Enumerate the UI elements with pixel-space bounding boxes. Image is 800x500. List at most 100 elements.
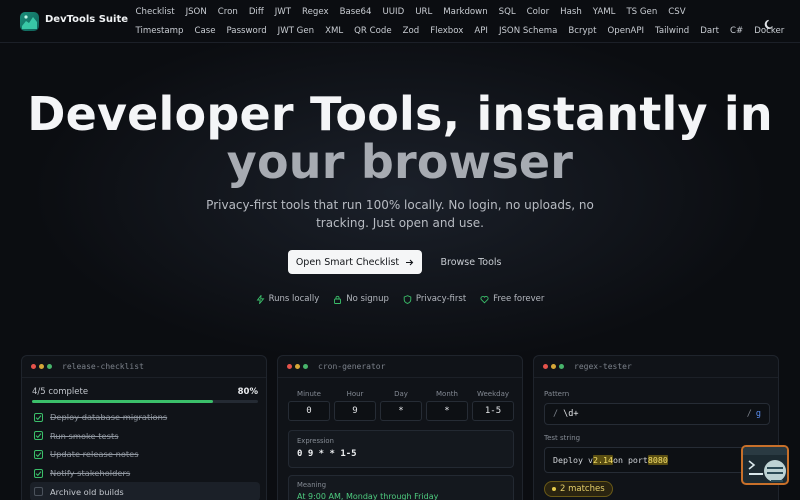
card-title: release-checklist: [62, 362, 144, 371]
cron-label-minute: Minute: [297, 390, 321, 398]
checkbox-checked-icon[interactable]: [34, 412, 43, 422]
cron-label-weekday: Weekday: [476, 390, 510, 398]
feature-no-signup: No signup: [333, 294, 389, 304]
regex-pattern-input[interactable]: / \d+ / g: [544, 403, 770, 425]
cron-day-input[interactable]: *: [380, 401, 422, 421]
cron-month-input[interactable]: *: [426, 401, 468, 421]
test-string-input[interactable]: Deploy v 2.14 on port 8080: [544, 447, 770, 473]
hero-title-line2: your browser: [226, 135, 574, 189]
match-count-text: 2 matches: [560, 484, 605, 494]
nav-link-diff[interactable]: Diff: [243, 7, 269, 18]
window-minimize-dot: [295, 364, 300, 369]
theme-toggle-moon-icon[interactable]: [764, 15, 775, 29]
nav-link-case[interactable]: Case: [189, 26, 221, 37]
nav-link-flexbox[interactable]: Flexbox: [425, 26, 469, 37]
nav-link-yaml[interactable]: YAML: [587, 7, 621, 18]
nav-link-openapi[interactable]: OpenAPI: [602, 26, 650, 37]
progress-bar-fill: [32, 400, 213, 403]
nav-link-markdown[interactable]: Markdown: [438, 7, 493, 18]
feature-label: Free forever: [493, 294, 545, 304]
cron-hour-input[interactable]: 9: [334, 401, 376, 421]
nav-link-bcrypt[interactable]: Bcrypt: [563, 26, 602, 37]
cron-weekday-input[interactable]: 1-5: [472, 401, 514, 421]
browse-tools-button[interactable]: Browse Tools: [431, 250, 511, 274]
feature-list: Runs locally No signup Privacy-first Fre…: [0, 294, 800, 304]
window-minimize-dot: [39, 364, 44, 369]
window-maximize-dot: [303, 364, 308, 369]
open-smart-checklist-button[interactable]: Open Smart Checklist: [288, 250, 422, 274]
nav-link-csv[interactable]: CSV: [663, 7, 691, 18]
top-header: DevTools Suite Checklist JSON Cron Diff JWT R…: [0, 0, 800, 43]
checklist-item[interactable]: Archive old builds: [30, 482, 260, 500]
brand-name[interactable]: DevTools Suite: [45, 14, 128, 25]
floating-assistant-widget-icon[interactable]: [741, 445, 789, 485]
test-string-label: Test string: [544, 434, 581, 442]
arrow-right-icon: [406, 259, 414, 265]
match-dot-icon: [552, 487, 556, 491]
release-checklist-card: release-checklist 4/5 complete 80% Deplo…: [21, 355, 267, 500]
expression-label: Expression: [297, 437, 334, 445]
app-logo-icon[interactable]: [20, 12, 39, 31]
lightning-icon: [256, 294, 265, 304]
nav-link-regex[interactable]: Regex: [297, 7, 335, 18]
feature-runs-locally: Runs locally: [256, 294, 319, 304]
hero-subtitle: Privacy-first tools that run 100% locall…: [206, 198, 594, 230]
checkbox-checked-icon[interactable]: [34, 449, 43, 459]
nav-link-xml[interactable]: XML: [320, 26, 349, 37]
nav-link-qr-code[interactable]: QR Code: [349, 26, 397, 37]
cron-label-hour: Hour: [346, 390, 364, 398]
window-close-dot: [287, 364, 292, 369]
open-smart-checklist-label: Open Smart Checklist: [295, 256, 400, 268]
cron-generator-card: cron-generator Minute Hour Day Month Wee…: [277, 355, 523, 500]
card-title: regex-tester: [574, 362, 632, 371]
progress-text: 4/5 complete: [32, 387, 89, 397]
checkbox-checked-icon[interactable]: [34, 431, 43, 441]
nav-link-base64[interactable]: Base64: [334, 7, 377, 18]
window-titlebar: regex-tester: [534, 356, 778, 378]
checkbox-checked-icon[interactable]: [34, 468, 43, 478]
nav-row-primary: Checklist JSON Cron Diff JWT Regex Base64 UUID U…: [130, 7, 691, 18]
match-count-badge: 2 matches: [544, 481, 613, 497]
nav-link-cron[interactable]: Cron: [212, 7, 243, 18]
nav-link-dart[interactable]: Dart: [695, 26, 725, 37]
lock-icon: [334, 295, 342, 304]
nav-link-tailwind[interactable]: Tailwind: [650, 26, 695, 37]
nav-link-json-schema[interactable]: JSON Schema: [493, 26, 562, 37]
nav-link-json[interactable]: JSON: [180, 7, 212, 18]
nav-link-timestamp[interactable]: Timestamp: [130, 26, 189, 37]
nav-link-checklist[interactable]: Checklist: [130, 7, 180, 18]
nav-link-uuid[interactable]: UUID: [377, 7, 410, 18]
checklist-item[interactable]: Run smoke tests: [30, 427, 260, 446]
match-highlight: 2.14: [592, 455, 613, 465]
cron-field-labels: Minute Hour Day Month Weekday: [288, 390, 514, 398]
nav-link-sql[interactable]: SQL: [493, 7, 521, 18]
cron-meaning-box: Meaning At 9:00 AM, Monday through Frida…: [288, 475, 514, 500]
card-title: cron-generator: [318, 362, 386, 371]
nav-link-password[interactable]: Password: [221, 26, 272, 37]
checklist-item[interactable]: Update release notes: [30, 445, 260, 464]
nav-link-hash[interactable]: Hash: [555, 7, 588, 18]
nav-row-secondary: Timestamp Case Password JWT Gen XML QR Code Zo…: [130, 26, 790, 37]
nav-link-color[interactable]: Color: [521, 7, 554, 18]
checklist-item[interactable]: Deploy database migrations: [30, 408, 260, 427]
nav-link-zod[interactable]: Zod: [397, 26, 425, 37]
feature-free-forever: Free forever: [480, 294, 544, 304]
nav-link-ts-gen[interactable]: TS Gen: [621, 7, 663, 18]
cron-expression-box: Expression 0 9 * * 1-5: [288, 430, 514, 468]
nav-link-url[interactable]: URL: [410, 7, 438, 18]
checkbox-empty-icon[interactable]: [34, 487, 43, 497]
nav-link-api[interactable]: API: [469, 26, 494, 37]
meaning-value: At 9:00 AM, Monday through Friday: [297, 492, 439, 500]
pattern-label: Pattern: [544, 390, 570, 398]
cron-minute-input[interactable]: 0: [288, 401, 330, 421]
checklist-item[interactable]: Notify stakeholders: [30, 464, 260, 483]
nav-link-jwt[interactable]: JWT: [269, 7, 296, 18]
window-close-dot: [543, 364, 548, 369]
shield-icon: [403, 294, 412, 304]
nav-link-jwt-gen[interactable]: JWT Gen: [272, 26, 319, 37]
heart-icon: [480, 295, 489, 303]
nav-link-c[interactable]: C#: [725, 26, 749, 37]
match-highlight: 8080: [647, 455, 668, 465]
feature-label: No signup: [346, 294, 389, 304]
checklist-item-label: Run smoke tests: [50, 430, 119, 441]
